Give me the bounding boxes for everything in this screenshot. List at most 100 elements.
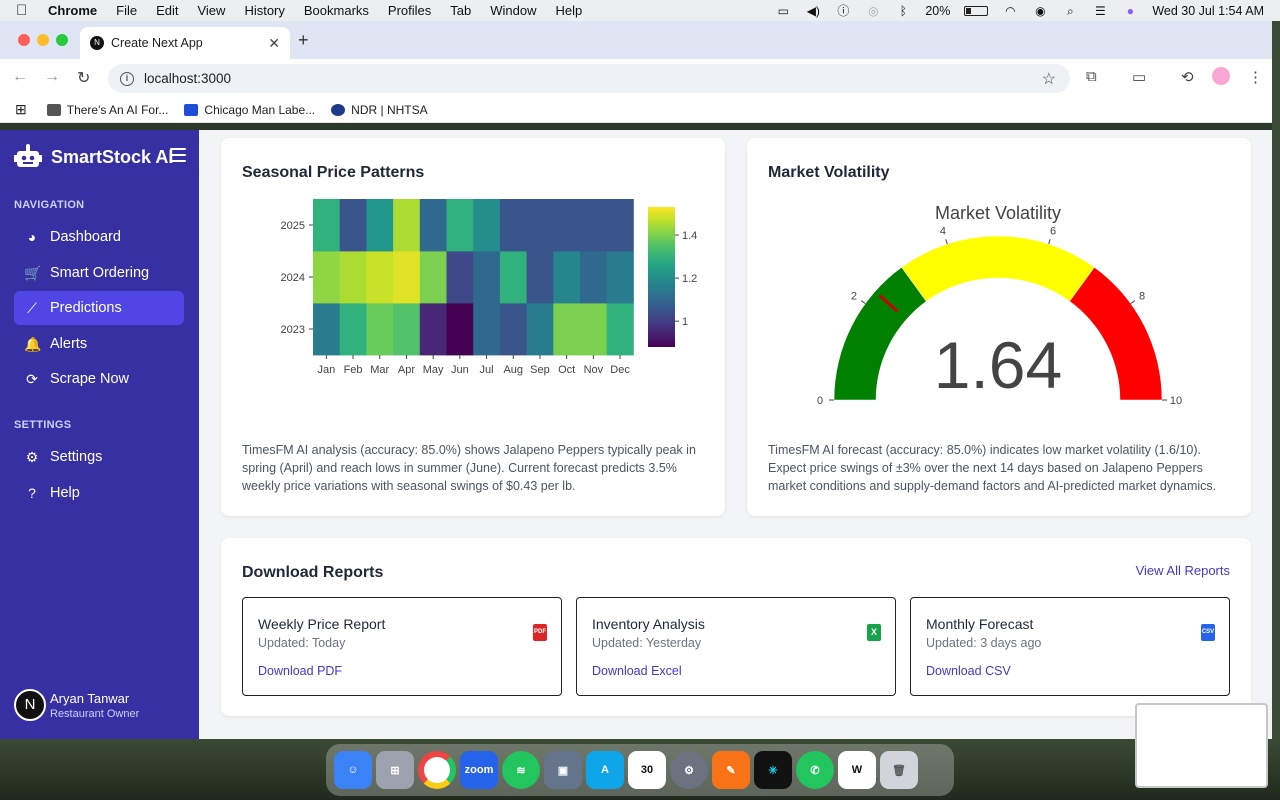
menu-view[interactable]: View bbox=[197, 3, 225, 18]
user-switch-icon[interactable]: ◉ bbox=[1032, 5, 1048, 17]
notes-pen-icon[interactable]: ✎ bbox=[712, 751, 750, 789]
sidebar-item-help[interactable]: ? Help bbox=[14, 476, 184, 510]
chrome-menu-icon[interactable]: ⋮ bbox=[1248, 68, 1263, 86]
report-updated: Updated: Yesterday bbox=[592, 636, 702, 650]
menu-window[interactable]: Window bbox=[490, 3, 536, 18]
close-window-button[interactable] bbox=[18, 34, 30, 46]
download-excel-link[interactable]: Download Excel bbox=[592, 664, 682, 678]
bookmark-item[interactable]: There's An AI For... bbox=[46, 103, 168, 117]
sidebar-item-settings[interactable]: ⚙ Settings bbox=[14, 440, 184, 474]
menu-tab[interactable]: Tab bbox=[450, 3, 471, 18]
menu-app-name[interactable]: Chrome bbox=[48, 3, 97, 18]
sidebar-item-dashboard[interactable]: ◕ Dashboard bbox=[14, 220, 184, 254]
heatmap-cell bbox=[313, 251, 341, 304]
bookmark-item[interactable]: Chicago Man Labe... bbox=[184, 103, 315, 117]
menu-profiles[interactable]: Profiles bbox=[388, 3, 431, 18]
volume-icon[interactable]: ◀) bbox=[805, 5, 821, 17]
url-text[interactable]: localhost:3000 bbox=[144, 71, 231, 86]
y-tick-label: 2025 bbox=[281, 220, 305, 232]
spotify-icon[interactable]: ≋ bbox=[502, 751, 540, 789]
back-icon[interactable]: ← bbox=[12, 68, 28, 86]
view-all-reports-link[interactable]: View All Reports bbox=[1136, 563, 1230, 578]
address-bar[interactable]: i localhost:3000 ☆ bbox=[108, 64, 1070, 93]
new-tab-icon[interactable]: + bbox=[298, 30, 309, 51]
profile-avatar-icon[interactable] bbox=[1212, 67, 1230, 85]
system-settings-icon[interactable]: ⚙ bbox=[670, 751, 708, 789]
heatmap-cell bbox=[499, 199, 527, 252]
heatmap-cell bbox=[526, 251, 554, 304]
control-center-icon[interactable]: ☰ bbox=[1092, 5, 1108, 17]
user-profile[interactable]: N Aryan Tanwar Restaurant Owner bbox=[14, 689, 139, 721]
preview-icon[interactable]: ▣ bbox=[544, 751, 582, 789]
report-title: Weekly Price Report bbox=[258, 616, 386, 632]
bluetooth-icon[interactable]: ᛒ bbox=[895, 5, 911, 17]
heatmap-cell bbox=[419, 199, 447, 252]
finder-icon[interactable]: ☺ bbox=[334, 751, 372, 789]
heatmap-cell bbox=[393, 251, 421, 304]
heatmap-cell bbox=[473, 199, 501, 252]
forward-icon[interactable]: → bbox=[44, 68, 60, 86]
menu-clock[interactable]: Wed 30 Jul 1:54 AM bbox=[1152, 4, 1264, 18]
browser-tab[interactable]: N Create Next App ✕ bbox=[80, 27, 290, 59]
menu-edit[interactable]: Edit bbox=[156, 3, 178, 18]
menu-file[interactable]: File bbox=[116, 3, 137, 18]
whatsapp-icon[interactable]: ✆ bbox=[796, 751, 834, 789]
hamburger-menu-icon[interactable] bbox=[170, 148, 186, 166]
seasonal-title: Seasonal Price Patterns bbox=[242, 164, 425, 181]
sidebar-item-scrape-now[interactable]: ⟳ Scrape Now bbox=[14, 362, 184, 396]
wps-icon[interactable]: W bbox=[838, 751, 876, 789]
display-icon[interactable]: ▭ bbox=[775, 5, 791, 17]
bookmark-item[interactable]: NDR | NHTSA bbox=[331, 103, 428, 117]
report-updated: Updated: Today bbox=[258, 636, 346, 650]
chrome-icon[interactable] bbox=[418, 751, 456, 789]
cast-icon[interactable]: ▭ bbox=[1132, 68, 1146, 86]
close-tab-icon[interactable]: ✕ bbox=[268, 35, 280, 52]
sidebar-item-smart-ordering[interactable]: 🛒 Smart Ordering bbox=[14, 256, 184, 290]
accessibility-icon[interactable]: ⓘ bbox=[835, 5, 851, 17]
app-store-icon[interactable]: A bbox=[586, 751, 624, 789]
airdrop-icon[interactable]: ◎ bbox=[865, 5, 881, 17]
heatmap-cell bbox=[499, 251, 527, 304]
menu-history[interactable]: History bbox=[244, 3, 284, 18]
launchpad-icon[interactable]: ⊞ bbox=[376, 751, 414, 789]
zoom-window-button[interactable] bbox=[56, 34, 68, 46]
sidebar-item-predictions[interactable]: ⟋ Predictions bbox=[14, 291, 184, 325]
zoom-icon[interactable]: zoom bbox=[460, 751, 498, 789]
extensions-icon[interactable]: ⧉ bbox=[1086, 68, 1097, 85]
reload-icon[interactable]: ↻ bbox=[77, 68, 90, 88]
menu-help[interactable]: Help bbox=[556, 3, 583, 18]
sidebar-item-label: Settings bbox=[50, 449, 103, 465]
download-pdf-link[interactable]: Download PDF bbox=[258, 664, 342, 678]
sidebar-item-alerts[interactable]: 🔔 Alerts bbox=[14, 327, 184, 361]
download-csv-link[interactable]: Download CSV bbox=[926, 664, 1011, 678]
heatmap-cell bbox=[393, 303, 421, 356]
sidebar-item-label: Scrape Now bbox=[50, 371, 129, 387]
report-card-monthly[interactable]: Monthly Forecast Updated: 3 days ago Dow… bbox=[910, 597, 1230, 696]
seasonal-heatmap[interactable]: 2023 2024 2025 Jan Feb Mar Apr May Jun Jul Aug Sep O… bbox=[221, 188, 725, 388]
heatmap-cell bbox=[499, 303, 527, 356]
site-info-icon[interactable]: i bbox=[120, 71, 134, 86]
siri-icon[interactable]: ● bbox=[1122, 5, 1138, 17]
wifi-icon[interactable]: ◠ bbox=[1002, 5, 1018, 17]
gauge-title: Market Volatility bbox=[935, 203, 1061, 223]
x-tick-label: Aug bbox=[503, 364, 523, 376]
heatmap-cell bbox=[419, 303, 447, 356]
report-card-weekly[interactable]: Weekly Price Report Updated: Today Downl… bbox=[242, 597, 562, 696]
screenshot-thumbnail[interactable] bbox=[1135, 703, 1268, 788]
menu-bookmarks[interactable]: Bookmarks bbox=[304, 3, 369, 18]
bookmark-star-icon[interactable]: ☆ bbox=[1042, 69, 1056, 89]
trash-icon[interactable]: 🗑 bbox=[880, 751, 918, 789]
extension-shield-icon[interactable]: ⟲ bbox=[1181, 68, 1194, 86]
calendar-icon[interactable]: 30 bbox=[628, 751, 666, 789]
apple-icon[interactable]:  bbox=[16, 2, 34, 19]
report-card-inventory[interactable]: Inventory Analysis Updated: Yesterday Do… bbox=[576, 597, 896, 696]
apps-grid-icon[interactable]: ⊞ bbox=[15, 101, 27, 118]
battery-icon[interactable] bbox=[964, 5, 989, 16]
perplexity-icon[interactable]: ✳ bbox=[754, 751, 792, 789]
volatility-gauge[interactable]: Market Volatility 0 2 4 6 8 10 1.64 bbox=[747, 188, 1251, 418]
gauge-tick-mark bbox=[860, 300, 866, 305]
minimize-window-button[interactable] bbox=[37, 34, 49, 46]
excel-icon: X bbox=[867, 624, 881, 641]
seasonal-card: Seasonal Price Patterns 2023 2024 2025 Jan F… bbox=[221, 138, 725, 516]
spotlight-icon[interactable]: ⌕ bbox=[1062, 5, 1078, 17]
